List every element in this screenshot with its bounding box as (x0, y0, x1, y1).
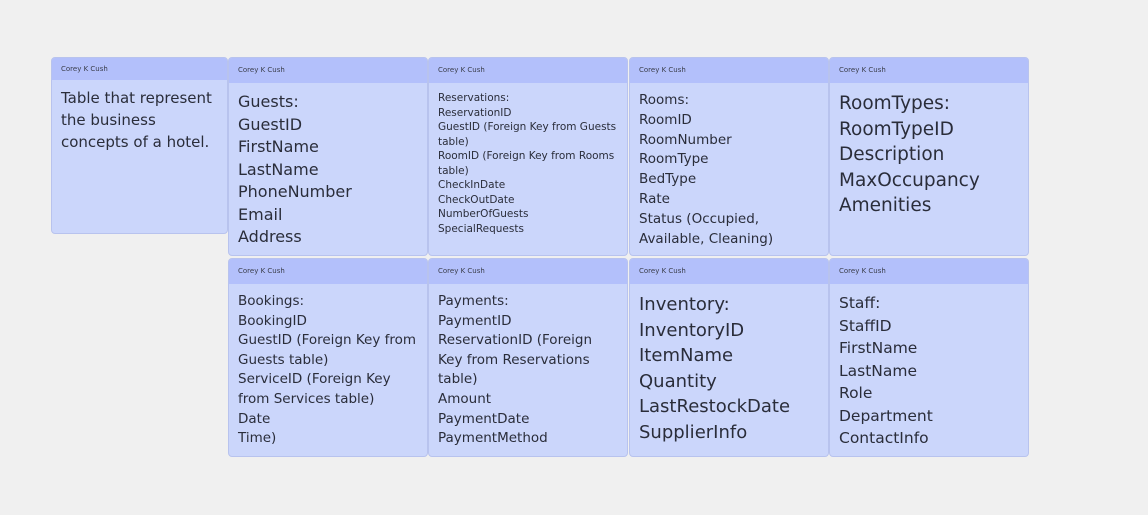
intro-sticky-note[interactable]: Corey K Cush Table that represent the bu… (51, 57, 228, 234)
field-name: GuestID (Foreign Key from Guests table) (438, 121, 617, 148)
field-name: RoomNumber (639, 131, 732, 148)
field-name: InventoryID (639, 319, 745, 341)
note-text: Guests: GuestID FirstName LastName PhoneNumb… (229, 83, 427, 249)
field-name: RoomID (Foreign Key from Rooms table) (438, 150, 615, 177)
field-name: PaymentMethod (438, 430, 548, 447)
table-name: Rooms: (639, 92, 690, 108)
author-label: Corey K Cush (830, 58, 1028, 83)
table-name: Payments: (438, 293, 509, 309)
field-name: FirstName (839, 339, 918, 357)
note-text: Payments: PaymentID ReservationID (Foreign… (429, 284, 627, 449)
field-name: Date (238, 410, 271, 427)
field-name: ServiceID (Foreign Key from Services tab… (238, 371, 391, 407)
field-name: GuestID (238, 114, 303, 134)
field-name: NumberOfGuests (438, 208, 529, 220)
field-name: BookingID (238, 312, 307, 329)
field-name: MaxOccupancy (839, 169, 980, 191)
author-label: Corey K Cush (229, 58, 427, 83)
table-name: RoomTypes: (839, 93, 951, 114)
sticky-note-bookings[interactable]: Corey K Cush Bookings: BookingID GuestID (F… (228, 258, 428, 457)
author-label: Corey K Cush (229, 259, 427, 284)
field-name: CheckInDate (438, 179, 506, 191)
field-name: ContactInfo (839, 429, 929, 447)
field-name: FirstName (238, 137, 319, 156)
field-name: Amount (438, 390, 492, 407)
field-name: SpecialRequests (438, 222, 524, 235)
field-name: Rate (639, 190, 670, 207)
field-name: PaymentDate (438, 410, 530, 427)
table-name: Staff: (839, 294, 881, 312)
note-text: Bookings: BookingID GuestID (Foreign Key f… (229, 284, 427, 449)
field-name: ItemName (639, 345, 734, 366)
field-name: GuestID (Foreign Key from Guests table) (238, 332, 417, 368)
table-name: Reservations: (438, 92, 510, 104)
sticky-note-inventory[interactable]: Corey K Cush Inventory: InventoryID ItemNam… (629, 258, 829, 457)
field-name: Role (839, 384, 873, 402)
field-name: StaffID (839, 316, 892, 335)
author-label: Corey K Cush (429, 58, 627, 83)
field-name: RoomType (639, 151, 709, 168)
field-name: Email (238, 204, 283, 224)
field-name: PhoneNumber (238, 182, 352, 201)
sticky-note-reservations[interactable]: Corey K Cush Reservations: ReservationID Gu… (428, 57, 628, 256)
field-name: Department (839, 406, 933, 425)
field-name: PaymentID (438, 312, 512, 329)
field-name: LastName (839, 361, 918, 380)
field-name: LastRestockDate (639, 396, 791, 417)
field-name: ReservationID (Foreign Key from Reservat… (438, 332, 593, 388)
note-text: Reservations: ReservationID GuestID (Forei… (429, 83, 627, 236)
author-label: Corey K Cush (630, 58, 828, 83)
field-name: ReservationID (438, 106, 512, 119)
author-label: Corey K Cush (630, 259, 828, 284)
note-text: Rooms: RoomID RoomNumber RoomType BedType Rat… (630, 83, 828, 249)
author-label: Corey K Cush (52, 58, 227, 80)
author-label: Corey K Cush (429, 259, 627, 284)
note-text: Inventory: InventoryID ItemName Quantity Las… (630, 284, 828, 445)
field-name: CheckOutDate (438, 193, 515, 206)
field-name: BedType (639, 171, 697, 188)
table-name: Inventory: (639, 294, 730, 315)
sticky-note-roomtypes[interactable]: Corey K Cush RoomTypes: RoomTypeID Descript… (829, 57, 1029, 256)
field-name: Status (Occupied, Available, Cleaning) (639, 210, 774, 247)
author-label: Corey K Cush (830, 259, 1028, 284)
field-name: Description (839, 144, 945, 165)
note-text: Table that represent the business concep… (61, 89, 212, 151)
field-name: Time) (238, 430, 277, 447)
field-name: RoomTypeID (839, 118, 954, 140)
field-name: LastName (238, 159, 319, 179)
field-name: Amenities (839, 195, 932, 216)
note-text: RoomTypes: RoomTypeID Description MaxOccupa… (830, 83, 1028, 219)
field-name: Address (238, 227, 302, 246)
field-name: Quantity (639, 370, 717, 392)
table-name: Bookings: (238, 293, 305, 309)
field-name: RoomID (639, 111, 692, 128)
sticky-note-staff[interactable]: Corey K Cush Staff: StaffID FirstName LastNa… (829, 258, 1029, 457)
table-name: Guests: (238, 92, 299, 111)
sticky-note-payments[interactable]: Corey K Cush Payments: PaymentID Reservatio… (428, 258, 628, 457)
sticky-note-guests[interactable]: Corey K Cush Guests: GuestID FirstName LastN… (228, 57, 428, 256)
note-text: Staff: StaffID FirstName LastName Role Depart… (830, 284, 1028, 450)
sticky-note-rooms[interactable]: Corey K Cush Rooms: RoomID RoomNumber RoomTy… (629, 57, 829, 256)
field-name: SupplierInfo (639, 421, 748, 443)
